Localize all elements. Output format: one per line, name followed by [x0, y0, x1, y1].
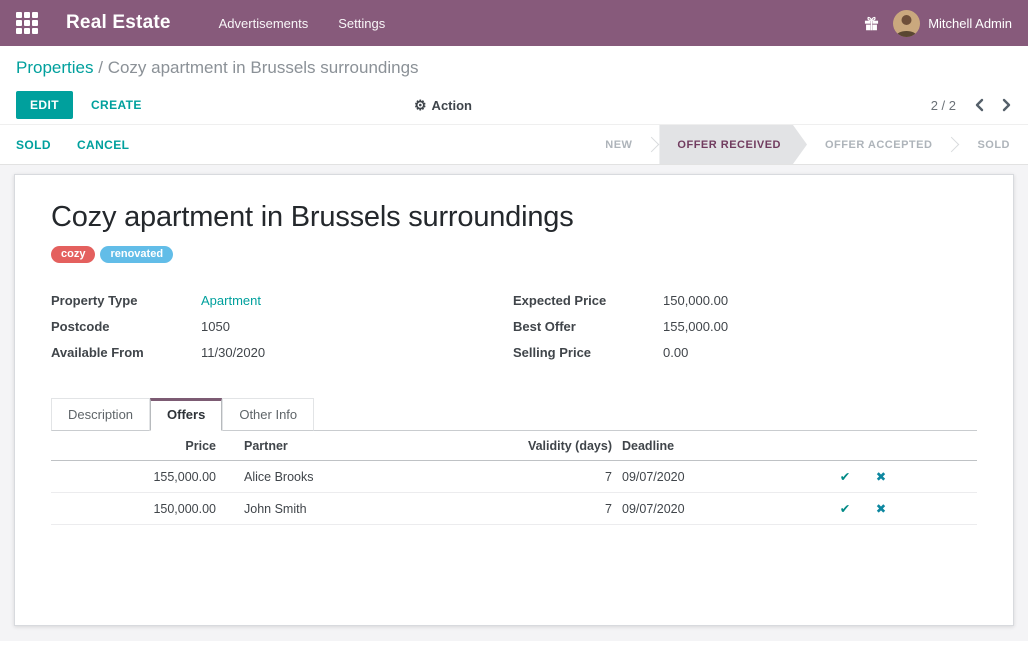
top-navbar: Real Estate Advertisements Settings Mitc… — [0, 0, 1028, 46]
app-brand[interactable]: Real Estate — [66, 12, 171, 34]
menu-settings[interactable]: Settings — [338, 16, 385, 31]
field-best-offer: Best Offer 155,000.00 — [513, 319, 975, 334]
breadcrumb-parent-link[interactable]: Properties — [16, 58, 93, 77]
field-value: 0.00 — [663, 345, 688, 360]
control-panel: EDIT CREATE ⚙ Action 2 / 2 — [0, 86, 1028, 124]
notebook-tabs: Description Offers Other Info — [51, 398, 977, 431]
breadcrumb-current: Cozy apartment in Brussels surroundings — [108, 58, 419, 77]
tab-other-info[interactable]: Other Info — [222, 398, 314, 431]
column-validity: Validity (days) — [526, 431, 612, 461]
field-selling-price: Selling Price 0.00 — [513, 345, 975, 360]
offer-partner: Alice Brooks — [216, 461, 526, 493]
edit-button[interactable]: EDIT — [16, 91, 73, 119]
status-step-sold[interactable]: SOLD — [959, 125, 1028, 164]
breadcrumb: Properties / Cozy apartment in Brussels … — [0, 46, 1028, 86]
offers-header-row: Price Partner Validity (days) Deadline — [51, 431, 977, 461]
offer-price: 150,000.00 — [51, 493, 216, 525]
pager-value: 2 / 2 — [931, 98, 956, 113]
offers-table: Price Partner Validity (days) Deadline 1… — [51, 431, 977, 525]
status-steps: NEW OFFER RECEIVED OFFER ACCEPTED SOLD — [587, 125, 1028, 164]
accept-offer-icon[interactable]: ✔ — [840, 502, 850, 516]
apps-menu-icon[interactable] — [16, 12, 38, 34]
statusbar: SOLD CANCEL NEW OFFER RECEIVED OFFER ACC… — [0, 124, 1028, 165]
gift-icon[interactable] — [864, 16, 879, 31]
tag-cozy: cozy — [51, 246, 95, 263]
offer-validity: 7 — [526, 461, 612, 493]
tag-renovated: renovated — [100, 246, 173, 263]
user-name: Mitchell Admin — [928, 16, 1012, 31]
offer-deadline: 09/07/2020 — [612, 493, 827, 525]
navbar-right: Mitchell Admin — [864, 10, 1012, 37]
sold-button[interactable]: SOLD — [16, 138, 51, 152]
action-label: Action — [432, 98, 472, 113]
pager-previous-icon[interactable] — [974, 98, 984, 112]
field-value: 155,000.00 — [663, 319, 728, 334]
field-label: Postcode — [51, 319, 201, 334]
offer-price: 155,000.00 — [51, 461, 216, 493]
main-menu: Advertisements Settings — [219, 16, 386, 31]
field-column-right: Expected Price 150,000.00 Best Offer 155… — [513, 293, 975, 371]
field-property-type: Property Type Apartment — [51, 293, 513, 308]
offer-row[interactable]: 150,000.00 John Smith 7 09/07/2020 ✔ ✖ — [51, 493, 977, 525]
column-deadline: Deadline — [612, 431, 827, 461]
statusbar-buttons: SOLD CANCEL — [0, 125, 145, 164]
field-value: 1050 — [201, 319, 230, 334]
property-type-link[interactable]: Apartment — [201, 293, 261, 308]
accept-offer-icon[interactable]: ✔ — [840, 470, 850, 484]
field-label: Selling Price — [513, 345, 663, 360]
field-label: Best Offer — [513, 319, 663, 334]
field-group: Property Type Apartment Postcode 1050 Av… — [51, 293, 977, 371]
record-pager: 2 / 2 — [931, 98, 1012, 113]
refuse-offer-icon[interactable]: ✖ — [876, 470, 886, 484]
field-value: 11/30/2020 — [201, 345, 265, 360]
status-step-offer-received[interactable]: OFFER RECEIVED — [659, 125, 807, 164]
pager-next-icon[interactable] — [1002, 98, 1012, 112]
menu-advertisements[interactable]: Advertisements — [219, 16, 309, 31]
status-step-new[interactable]: NEW — [587, 125, 650, 164]
property-tags: cozy renovated — [51, 246, 977, 263]
offer-partner: John Smith — [216, 493, 526, 525]
gear-icon: ⚙ — [414, 98, 427, 112]
offer-validity: 7 — [526, 493, 612, 525]
tab-description[interactable]: Description — [51, 398, 150, 431]
status-step-offer-accepted[interactable]: OFFER ACCEPTED — [807, 125, 950, 164]
content-area: Cozy apartment in Brussels surroundings … — [0, 165, 1028, 641]
create-button[interactable]: CREATE — [91, 98, 142, 112]
offer-row[interactable]: 155,000.00 Alice Brooks 7 09/07/2020 ✔ ✖ — [51, 461, 977, 493]
field-expected-price: Expected Price 150,000.00 — [513, 293, 975, 308]
breadcrumb-separator: / — [98, 58, 107, 77]
cancel-button[interactable]: CANCEL — [77, 138, 129, 152]
refuse-offer-icon[interactable]: ✖ — [876, 502, 886, 516]
field-available-from: Available From 11/30/2020 — [51, 345, 513, 360]
form-sheet: Cozy apartment in Brussels surroundings … — [14, 174, 1014, 626]
user-menu[interactable]: Mitchell Admin — [893, 10, 1012, 37]
column-price: Price — [51, 431, 216, 461]
tab-offers[interactable]: Offers — [150, 398, 222, 431]
field-value: 150,000.00 — [663, 293, 728, 308]
field-postcode: Postcode 1050 — [51, 319, 513, 334]
field-label: Expected Price — [513, 293, 663, 308]
offer-deadline: 09/07/2020 — [612, 461, 827, 493]
field-label: Available From — [51, 345, 201, 360]
field-column-left: Property Type Apartment Postcode 1050 Av… — [51, 293, 513, 371]
field-label: Property Type — [51, 293, 201, 308]
action-menu[interactable]: ⚙ Action — [414, 98, 472, 113]
column-partner: Partner — [216, 431, 526, 461]
avatar — [893, 10, 920, 37]
property-title: Cozy apartment in Brussels surroundings — [51, 201, 977, 234]
